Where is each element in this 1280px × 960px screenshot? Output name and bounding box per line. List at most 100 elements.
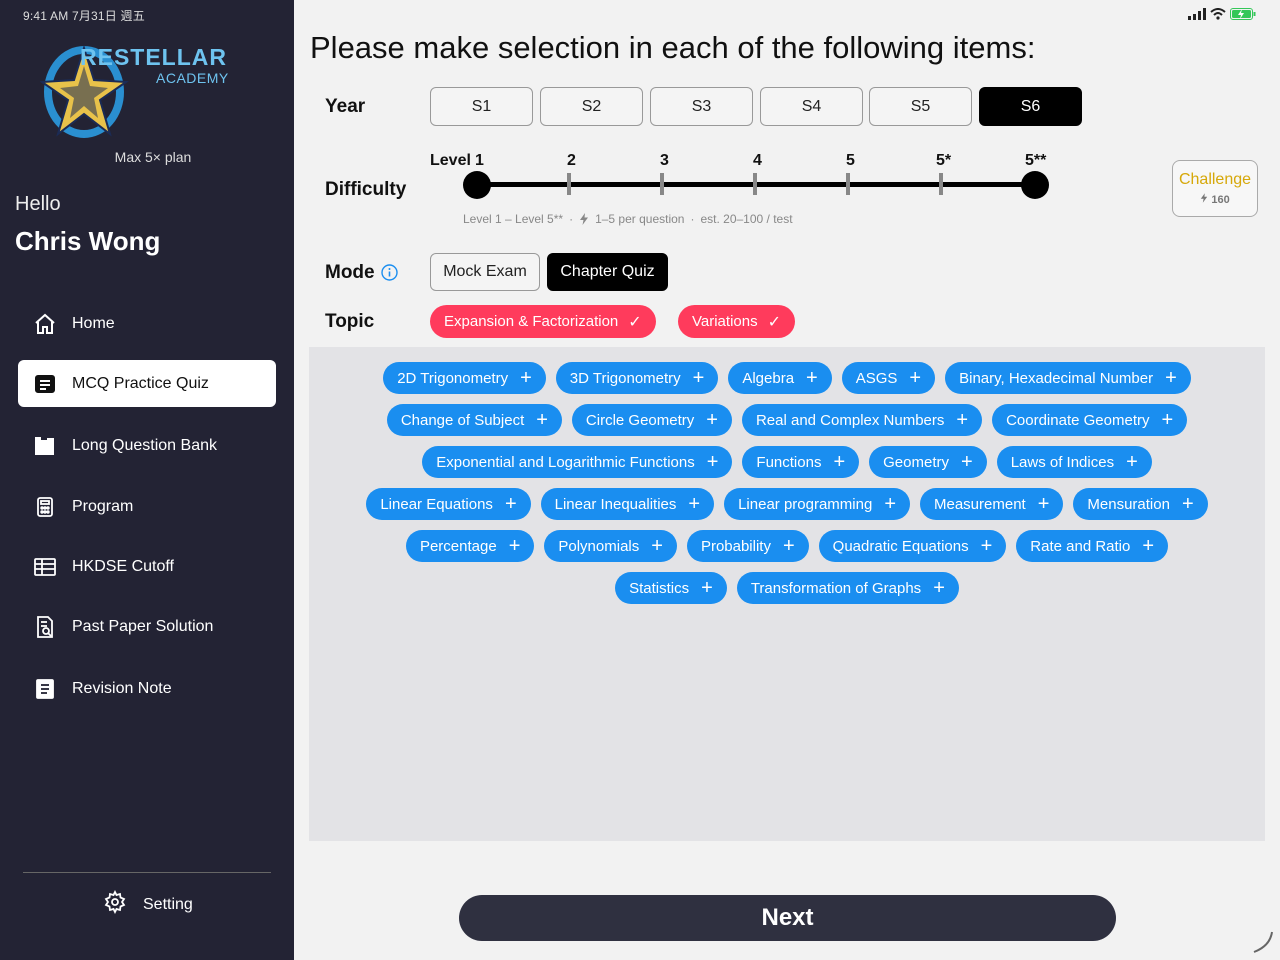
sidebar-item-revision-note[interactable]: Revision Note (18, 665, 276, 712)
topic-chip[interactable]: Real and Complex Numbers + (741, 404, 983, 436)
level-tick-label: 4 (753, 152, 762, 169)
page-title: Please make selection in each of the fol… (310, 30, 1036, 65)
sidebar-item-label: MCQ Practice Quiz (72, 374, 209, 392)
topic-chip[interactable]: Coordinate Geometry + (992, 404, 1188, 436)
topic-chip-label: Linear Equations (380, 495, 493, 513)
books-icon (32, 433, 58, 459)
year-option-s5[interactable]: S5 (869, 87, 972, 126)
plus-icon: + (701, 577, 713, 599)
topic-chip[interactable]: Rate and Ratio + (1016, 530, 1169, 562)
plan-label: Max 5× plan (114, 149, 192, 165)
level-tick-label: 5* (936, 152, 952, 169)
plus-icon: + (833, 451, 846, 473)
difficulty-min-handle[interactable] (463, 171, 491, 199)
challenge-cost: 160 (1173, 193, 1257, 206)
setting-button[interactable]: Setting (103, 889, 193, 919)
year-option-s4[interactable]: S4 (760, 87, 863, 126)
topic-chip[interactable]: Polynomials + (544, 530, 677, 562)
lightning-icon (580, 213, 589, 225)
topic-chip[interactable]: Geometry + (869, 446, 987, 478)
status-icons (1188, 8, 1256, 20)
topic-chip[interactable]: Laws of Indices + (996, 446, 1152, 478)
topic-chip-label: Quadratic Equations (832, 537, 969, 555)
plus-icon: + (1126, 451, 1138, 473)
level-tick-label: 5 (846, 152, 855, 169)
topic-chip[interactable]: Transformation of Graphs + (736, 572, 959, 604)
topic-chip[interactable]: ASGS + (841, 362, 936, 394)
topic-chip[interactable]: Exponential and Logarithmic Functions + (422, 446, 733, 478)
topic-chip[interactable]: Measurement + (920, 488, 1064, 520)
topic-chip-label: Rate and Ratio (1030, 537, 1131, 555)
plus-icon: + (884, 493, 896, 515)
sidebar-item-hkdse-cutoff[interactable]: HKDSE Cutoff (18, 543, 276, 590)
level-tick-label: 5** (1025, 152, 1047, 169)
info-icon[interactable] (381, 264, 398, 281)
sidebar-item-past-paper-solution[interactable]: Past Paper Solution (18, 603, 276, 650)
mode-option-mock-exam[interactable]: Mock Exam (430, 253, 540, 291)
year-option-s1[interactable]: S1 (430, 87, 533, 126)
topic-chip[interactable]: Linear Inequalities + (540, 488, 715, 520)
topic-chip[interactable]: 3D Trigonometry + (555, 362, 719, 394)
logo-text: RESTELLAR (80, 44, 227, 70)
topic-chip[interactable]: Circle Geometry + (571, 404, 732, 436)
topic-chip[interactable]: Linear programming + (724, 488, 910, 520)
plus-icon: + (688, 493, 701, 515)
selected-topic-chip[interactable]: Expansion & Factorization ✓ (430, 305, 656, 338)
user-name: Chris Wong (15, 226, 161, 256)
topic-chip[interactable]: Algebra + (728, 362, 832, 394)
difficulty-max-handle[interactable] (1021, 171, 1049, 199)
next-button[interactable]: Next (459, 895, 1116, 941)
topic-chip[interactable]: Binary, Hexadecimal Number + (945, 362, 1191, 394)
level-tick-label: 1 (475, 152, 484, 169)
year-option-s2[interactable]: S2 (540, 87, 643, 126)
home-icon (32, 311, 58, 337)
sidebar: 9:41 AM 7月31日 週五 RESTELLAR ACADEMY Max 5… (0, 0, 294, 960)
greeting: Hello (15, 193, 61, 215)
wifi-icon (1210, 8, 1226, 20)
topic-chip-label: Coordinate Geometry (1006, 411, 1150, 429)
notebook-icon (32, 676, 58, 702)
sidebar-item-long-question-bank[interactable]: Long Question Bank (18, 422, 276, 469)
topic-row: 2D Trigonometry + 3D Trigonometry + Algebr… (309, 362, 1265, 394)
topic-chip[interactable]: Functions + (742, 446, 860, 478)
plus-icon: + (536, 409, 548, 431)
battery-charging-icon (1230, 8, 1256, 20)
topic-chip[interactable]: Linear Equations + (366, 488, 531, 520)
difficulty-label: Difficulty (325, 179, 407, 200)
mode-option-chapter-quiz[interactable]: Chapter Quiz (547, 253, 668, 291)
sidebar-item-home[interactable]: Home (18, 300, 276, 347)
topic-chip-label: Binary, Hexadecimal Number (959, 369, 1154, 387)
plus-icon: + (806, 367, 818, 389)
slider-tick (567, 173, 571, 195)
difficulty-note: Level 1 – Level 5** · 1–5 per question ·… (463, 212, 793, 226)
topic-chip[interactable]: Mensuration + (1073, 488, 1208, 520)
topic-chip[interactable]: 2D Trigonometry + (383, 362, 546, 394)
topic-chip[interactable]: Probability + (686, 530, 809, 562)
sidebar-item-program[interactable]: Program (18, 483, 276, 530)
topic-chip-label: 2D Trigonometry (397, 369, 509, 387)
sidebar-item-mcq-practice-quiz[interactable]: MCQ Practice Quiz (18, 360, 276, 407)
topic-chip-label: Geometry (883, 453, 949, 471)
plus-icon: + (1142, 535, 1155, 557)
plus-icon: + (706, 409, 718, 431)
topic-chip[interactable]: Percentage + (405, 530, 535, 562)
year-option-s3[interactable]: S3 (650, 87, 753, 126)
topic-chip[interactable]: Statistics + (615, 572, 727, 604)
topic-chip-label: ASGS (855, 369, 898, 387)
selected-topic-chip[interactable]: Variations ✓ (678, 305, 795, 338)
sidebar-item-label: Home (72, 314, 115, 332)
challenge-label: Challenge (1178, 171, 1252, 188)
plus-icon: + (692, 367, 705, 389)
topic-chip[interactable]: Change of Subject + (386, 404, 562, 436)
plus-icon: + (933, 577, 945, 599)
setting-label: Setting (143, 895, 193, 913)
topic-label: Topic (325, 311, 375, 332)
quiz-icon (32, 371, 58, 397)
plus-icon: + (961, 451, 973, 473)
lightning-icon (1201, 193, 1208, 203)
year-option-s6[interactable]: S6 (979, 87, 1082, 126)
level-tick-label: 2 (567, 152, 576, 169)
challenge-button[interactable]: Challenge 160 (1172, 160, 1258, 217)
topic-chip[interactable]: Quadratic Equations + (818, 530, 1007, 562)
topic-chip-label: Statistics (629, 579, 690, 597)
